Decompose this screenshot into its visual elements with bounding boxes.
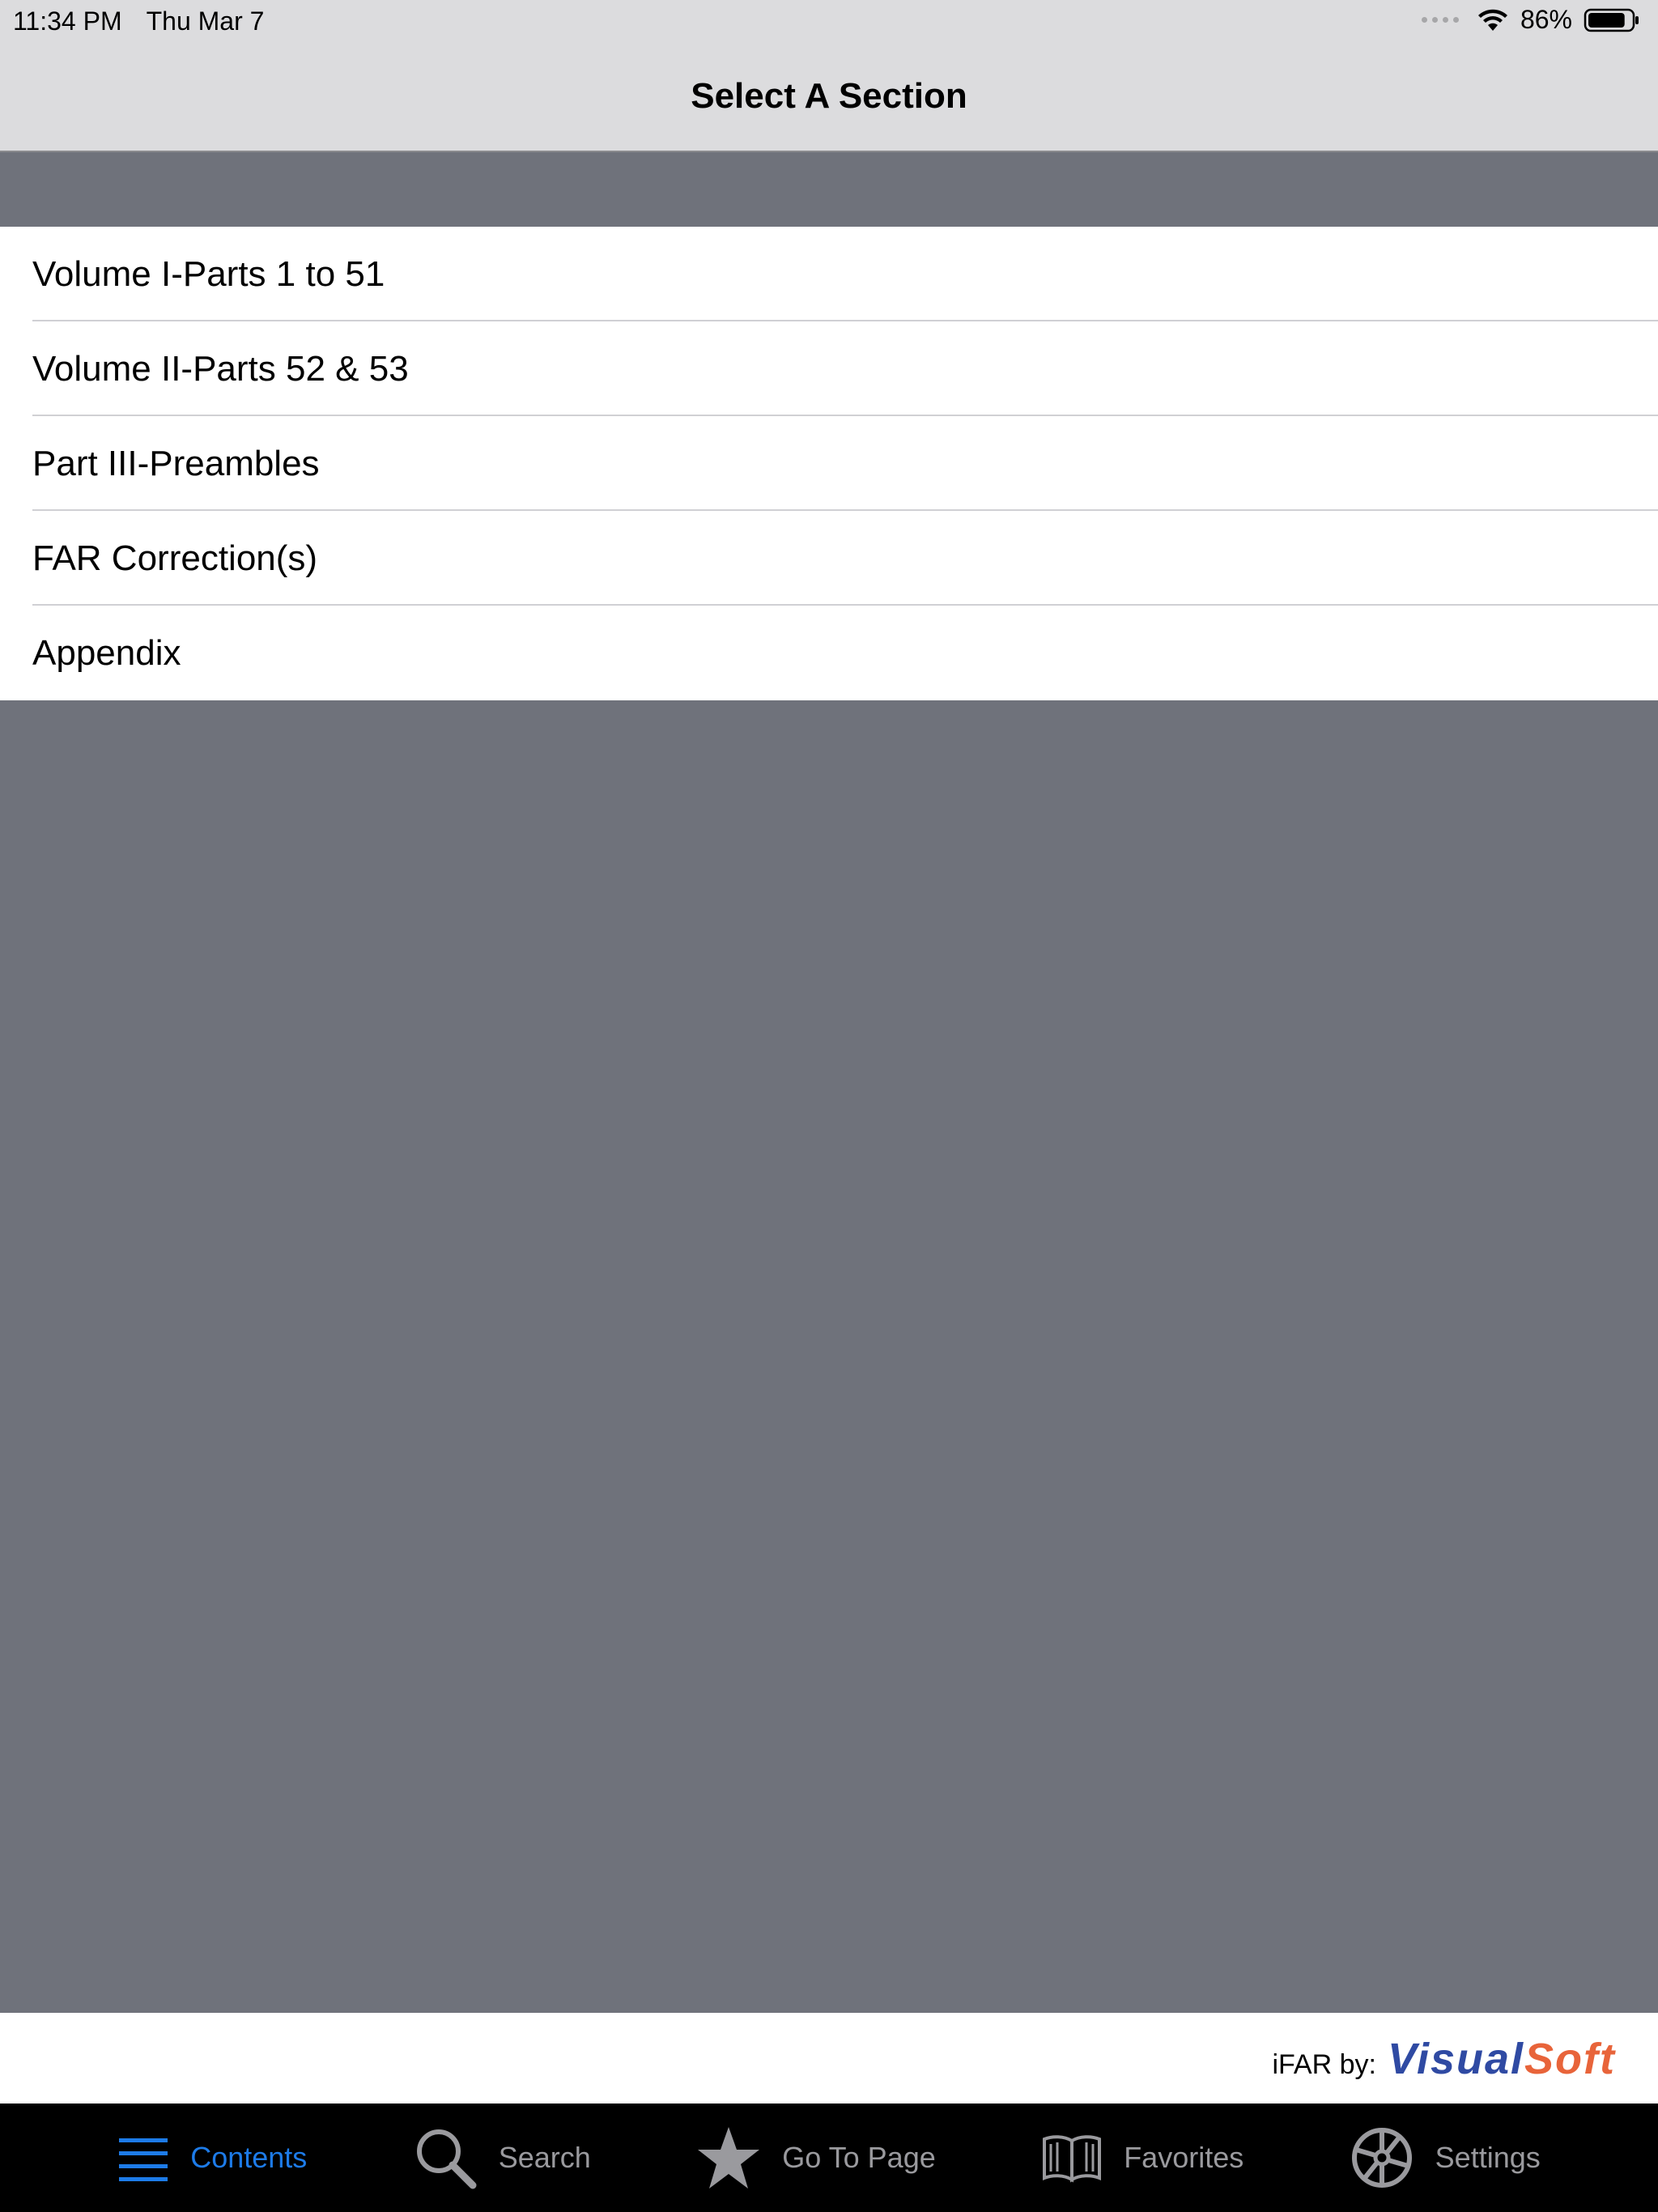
tab-contents[interactable]: Contents: [117, 2132, 307, 2184]
visualsoft-logo: VisualSoft: [1388, 2034, 1616, 2084]
section-item-appendix[interactable]: Appendix: [0, 606, 1658, 700]
section-item-label: Volume I-Parts 1 to 51: [32, 253, 385, 294]
battery-percentage: 86%: [1520, 5, 1572, 34]
tab-label: Contents: [190, 2141, 308, 2174]
section-list: Volume I-Parts 1 to 51 Volume II-Parts 5…: [0, 227, 1658, 700]
brand-visual: Visual: [1387, 2035, 1525, 2083]
book-icon: [1043, 2135, 1102, 2183]
credit-bar: iFAR by: VisualSoft: [0, 2013, 1658, 2104]
battery-icon: [1584, 8, 1639, 32]
status-left: 11:34 PM Thu Mar 7: [13, 6, 264, 36]
wifi-icon: [1477, 9, 1507, 31]
status-bar: 11:34 PM Thu Mar 7 86%: [0, 0, 1658, 45]
list-icon: [119, 2138, 168, 2181]
tab-label: Favorites: [1124, 2141, 1244, 2174]
tab-label: Go To Page: [782, 2141, 936, 2174]
tab-label: Search: [498, 2141, 591, 2174]
section-item-volume-2[interactable]: Volume II-Parts 52 & 53: [0, 321, 1658, 416]
tab-go-to-page[interactable]: Go To Page: [696, 2125, 936, 2190]
tab-settings[interactable]: Settings: [1350, 2125, 1541, 2190]
section-item-label: FAR Correction(s): [32, 538, 318, 578]
section-item-label: Appendix: [32, 632, 181, 673]
section-item-label: Part III-Preambles: [32, 443, 320, 483]
brand-soft: Soft: [1524, 2035, 1616, 2083]
status-right: 86%: [1421, 5, 1640, 35]
star-icon: [698, 2127, 760, 2189]
cellular-signal-icon: [1421, 17, 1459, 23]
status-date: Thu Mar 7: [146, 6, 265, 36]
credit-label: iFAR by:: [1272, 2049, 1376, 2080]
tab-bar: Contents Search Go To Page Favorites Set…: [0, 2104, 1658, 2212]
gear-wheel-icon: [1351, 2128, 1412, 2188]
status-time: 11:34 PM: [13, 6, 122, 36]
section-item-far-corrections[interactable]: FAR Correction(s): [0, 511, 1658, 606]
navigation-bar: Select A Section: [0, 45, 1658, 152]
search-icon: [416, 2129, 477, 2189]
credit: iFAR by: VisualSoft: [1272, 2034, 1616, 2084]
tab-search[interactable]: Search: [413, 2125, 591, 2190]
tab-favorites[interactable]: Favorites: [1041, 2131, 1244, 2184]
section-item-preambles[interactable]: Part III-Preambles: [0, 416, 1658, 511]
section-item-volume-1[interactable]: Volume I-Parts 1 to 51: [0, 227, 1658, 321]
tab-label: Settings: [1435, 2141, 1541, 2174]
section-item-label: Volume II-Parts 52 & 53: [32, 348, 409, 389]
page-title: Select A Section: [691, 76, 967, 116]
section-spacer: [0, 152, 1658, 227]
